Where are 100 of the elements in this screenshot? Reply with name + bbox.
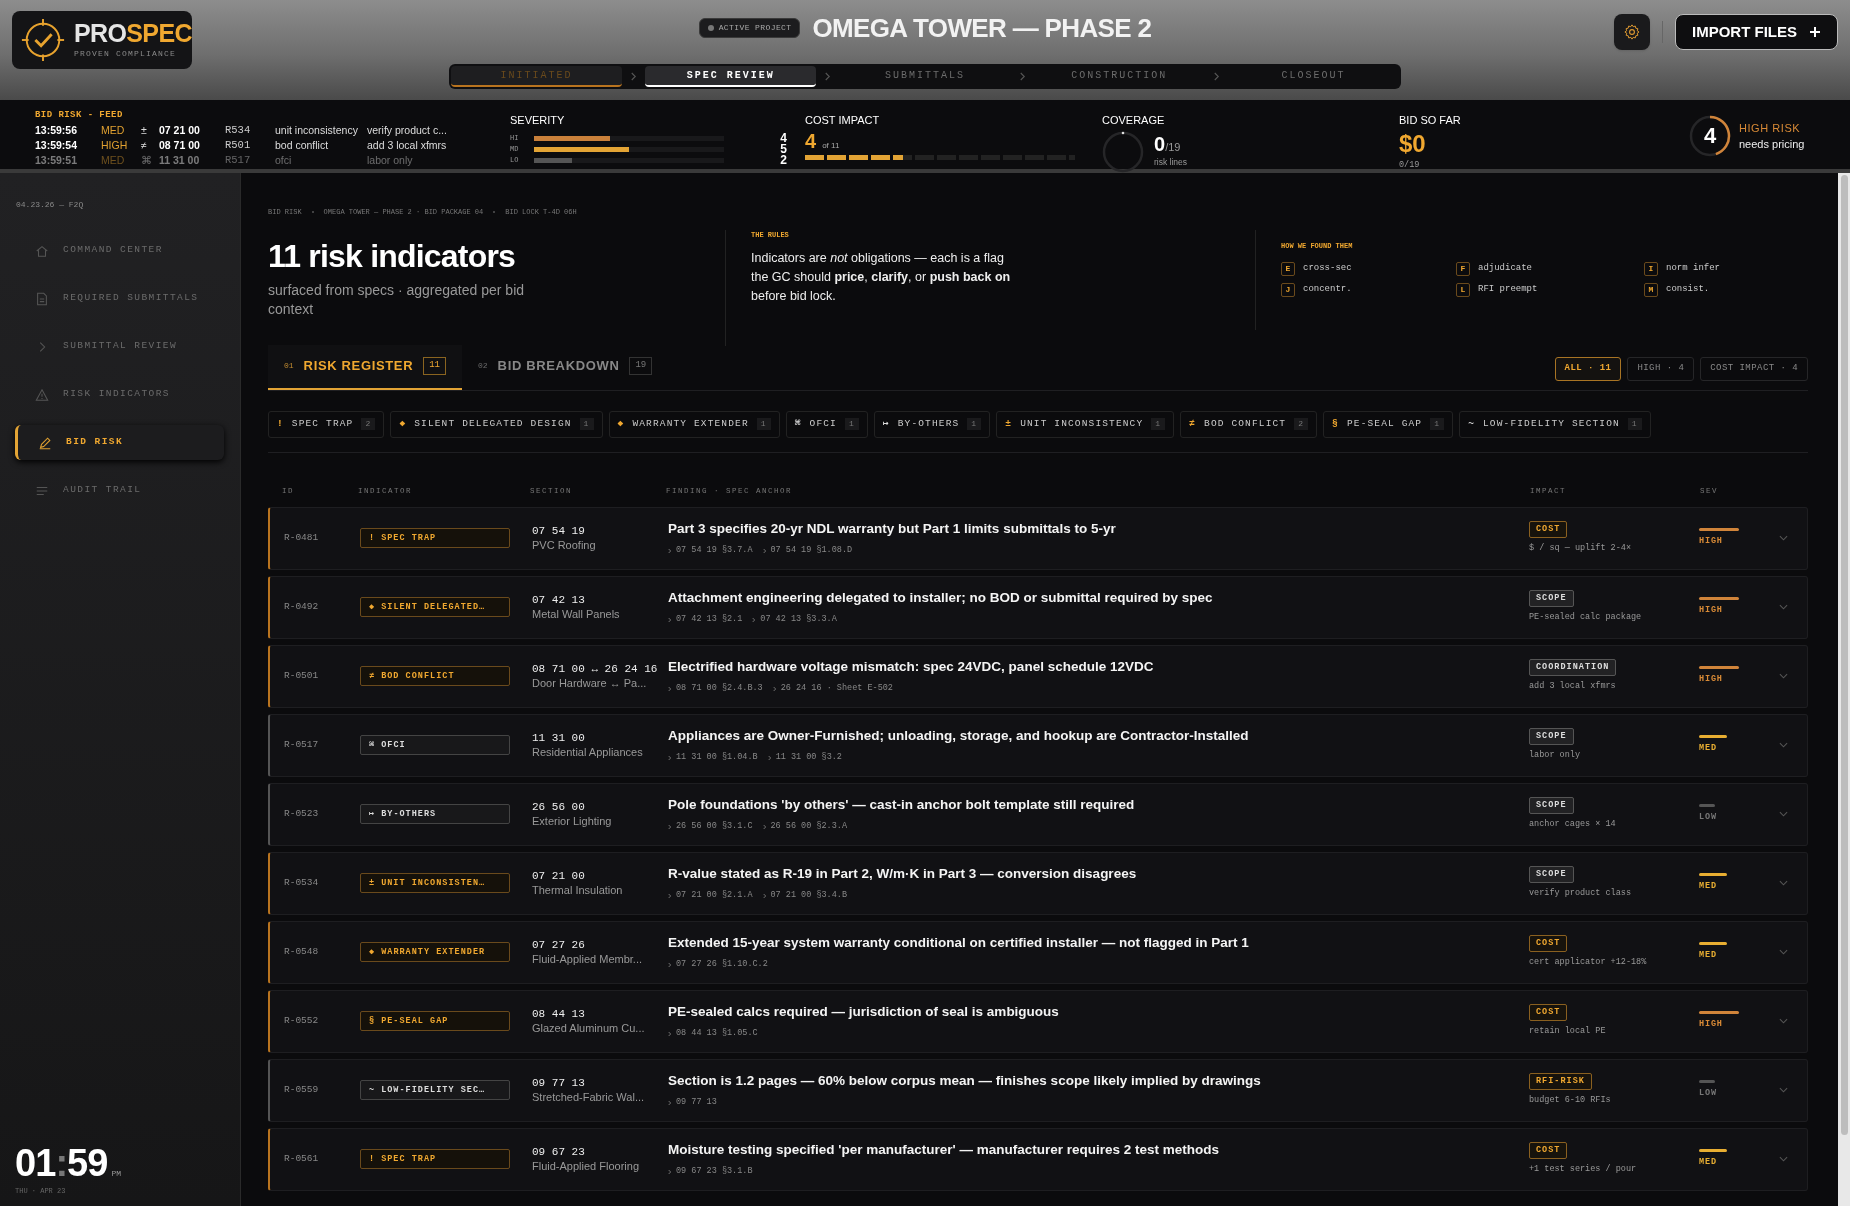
chevron-down-icon[interactable] [1779, 811, 1788, 817]
indicator-tag: ◆ SILENT DELEGATED… [360, 597, 510, 617]
risk-row[interactable]: R-0534 ± UNIT INCONSISTEN… 07 21 00 Thermal Insulation R-value stated as R-19 in Part 2, W/m·K in Part 3 — conversion disagrees 07 21 00 §2.1.A 07 21 00 §3.4.B SCOPE verify product class MED [268, 851, 1808, 915]
indicator-tag: ⌘ OFCI [360, 735, 510, 755]
spec-anchor[interactable]: 07 27 26 §1.10.C.2 [668, 958, 768, 971]
scrollbar[interactable] [1838, 173, 1850, 1206]
risk-row[interactable]: R-0517 ⌘ OFCI 11 31 00 Residential Appliances Appliances are Owner-Furnished; unloading, storage, and hookup are Contractor-Installed 11 31 00 §1.04.B 11 31 00 §3.2 SCOPE labor only MED [268, 713, 1808, 777]
spec-anchor[interactable]: 11 31 00 §3.2 [767, 751, 842, 764]
spec-anchor[interactable]: 09 77 13 [668, 1096, 717, 1109]
section-name: Fluid-Applied Membr... [532, 951, 644, 967]
risk-id: R-0492 [284, 599, 320, 614]
impact-note: anchor cages × 14 [1529, 818, 1616, 831]
indicator-chip[interactable]: ± UNIT INCONSISTENCY 1 [996, 410, 1175, 438]
chevron-right-icon [752, 616, 757, 623]
section-number: 08 44 13 [532, 1006, 586, 1021]
view-tab[interactable]: 02 BID BREAKDOWN 19 [462, 344, 669, 390]
impact-note: labor only [1529, 749, 1580, 762]
risk-row[interactable]: R-0559 ~ LOW-FIDELITY SEC… 09 77 13 Stretched-Fabric Wal... Section is 1.2 pages — 60% below corpus mean — finishes scope likely implied by drawings 09 77 13 RFI-RISK budget 6-10 RFIs LOW [268, 1058, 1808, 1122]
spec-anchor[interactable]: 07 54 19 §1.08.D [762, 544, 853, 557]
risk-row[interactable]: R-0552 § PE-SEAL GAP 08 44 13 Glazed Aluminum Cu... PE-sealed calcs required — jurisdiction of seal is ambiguous 08 44 13 §1.05.C COST retain local PE HIGH [268, 989, 1808, 1053]
spec-anchor[interactable]: 08 71 00 §2.4.B.3 [668, 682, 763, 695]
method-key: M [1644, 283, 1658, 297]
impact-note: budget 6-10 RFIs [1529, 1094, 1611, 1107]
chevron-down-icon[interactable] [1779, 1018, 1788, 1024]
settings-button[interactable] [1614, 14, 1650, 50]
stage-step[interactable]: SUBMITTALS [839, 66, 1011, 87]
section-number: 11 31 00 [532, 730, 586, 745]
risk-id: R-0523 [284, 806, 320, 821]
finding-text: Extended 15-year system warranty conditional on certified installer — not flagged in Part 1 [668, 934, 1250, 952]
stage-step[interactable]: CLOSEOUT [1227, 66, 1399, 87]
impact-tag: COST [1529, 935, 1568, 952]
stage-step[interactable]: CONSTRUCTION [1033, 66, 1205, 87]
chevron-right-icon [668, 892, 672, 899]
page-title: 11 risk indicators [268, 239, 517, 272]
indicator-chip[interactable]: ↦ BY-OTHERS 1 [873, 410, 991, 438]
spec-anchor[interactable]: 07 42 13 §3.3.A [752, 613, 837, 626]
risk-row[interactable]: R-0561 ! SPEC TRAP 09 67 23 Fluid-Applied Flooring Moisture testing specified 'per manufacturer' — manufacturer requires 2 test methods 09 67 23 §3.1.B COST +1 test series / pour MED [268, 1127, 1808, 1191]
chevron-right-icon [824, 72, 832, 81]
nav-item[interactable]: RISK INDICATORS [15, 377, 224, 412]
clock-period: PM [111, 1167, 122, 1180]
chevron-down-icon[interactable] [1779, 1156, 1788, 1162]
indicator-chip[interactable]: ⌘ OFCI 1 [785, 410, 868, 438]
section-number: 08 71 00 ↔ 26 24 16 [532, 661, 659, 676]
filter-chip[interactable]: COST IMPACT · 4 [1700, 356, 1808, 381]
finding-text: Part 3 specifies 20-yr NDL warranty but Part 1 limits submittals to 5-yr [668, 520, 1117, 538]
indicator-chip[interactable]: ! SPEC TRAP 2 [268, 410, 385, 438]
risk-row[interactable]: R-0481 ! SPEC TRAP 07 54 19 PVC Roofing Part 3 specifies 20-yr NDL warranty but Part 1 limits submittals to 5-yr 07 54 19 §3.7.A 07 54 19 §1.08.D COST $ / sq — uplift 2-4× HIGH [268, 506, 1808, 570]
spec-anchor[interactable]: 09 67 23 §3.1.B [668, 1165, 753, 1178]
filter-chip[interactable]: ALL · 11 [1554, 356, 1622, 381]
chevron-down-icon[interactable] [1779, 673, 1788, 679]
chevron-right-icon [1018, 72, 1026, 81]
spec-anchor[interactable]: 07 42 13 §2.1 [668, 613, 743, 626]
spec-anchor[interactable]: 07 21 00 §2.1.A [668, 889, 753, 902]
section-name: Glazed Aluminum Cu... [532, 1020, 646, 1036]
spec-anchor[interactable]: 26 56 00 §2.3.A [762, 820, 848, 833]
method-label: RFI preempt [1478, 283, 1538, 297]
chevron-down-icon[interactable] [1779, 535, 1788, 541]
spec-anchor[interactable]: 08 44 13 §1.05.C [668, 1027, 758, 1040]
nav-item[interactable]: BID RISK [15, 425, 224, 460]
section-name: PVC Roofing [532, 537, 597, 553]
risk-id: R-0481 [284, 530, 320, 545]
chevron-down-icon[interactable] [1779, 604, 1788, 610]
spec-anchor[interactable]: 07 54 19 §3.7.A [668, 544, 753, 557]
bid-so-far-value: $0 [1399, 128, 1427, 159]
spec-anchor[interactable]: 07 21 00 §3.4.B [762, 889, 848, 902]
nav-item[interactable]: COMMAND CENTER [15, 233, 224, 268]
indicator-chip[interactable]: ≠ BOD CONFLICT 2 [1180, 410, 1318, 438]
nav-item[interactable]: SUBMITTAL REVIEW [15, 329, 224, 364]
chevron-right-icon [668, 1099, 672, 1106]
severity-label: MED [1699, 880, 1718, 893]
risk-row[interactable] [268, 575, 1808, 639]
nav-item[interactable]: REQUIRED SUBMITTALS [15, 281, 224, 316]
nav-item[interactable]: AUDIT TRAIL [15, 473, 224, 508]
severity-label: MED [1699, 1156, 1718, 1169]
spec-anchor[interactable]: 11 31 00 §1.04.B [668, 751, 758, 764]
risk-row[interactable]: R-0523 ↦ BY-OTHERS 26 56 00 Exterior Lighting Pole foundations 'by others' — cast-in anchor bolt template still required 26 56 00 §3.1.C 26 56 00 §2.3.A SCOPE anchor cages × 14 LOW [268, 782, 1808, 846]
view-tab[interactable]: 01 RISK REGISTER 11 [268, 344, 462, 390]
chevron-down-icon[interactable] [1779, 742, 1788, 748]
indicator-chip[interactable]: ◆ SILENT DELEGATED DESIGN 1 [390, 410, 603, 438]
impact-note: verify product class [1529, 887, 1632, 900]
settings-icon [1623, 23, 1641, 41]
section-name: Exterior Lighting [532, 813, 613, 829]
risk-row[interactable] [268, 644, 1808, 708]
risk-row[interactable] [268, 920, 1808, 984]
method-key: E [1281, 262, 1295, 276]
chevron-down-icon[interactable] [1779, 880, 1788, 886]
indicator-chip[interactable]: ~ LOW-FIDELITY SECTION 1 [1459, 410, 1651, 438]
indicator-chip[interactable]: ◆ WARRANTY EXTENDER 1 [608, 410, 780, 438]
method-key: I [1644, 262, 1658, 276]
stage-step[interactable]: SPEC REVIEW [645, 66, 817, 87]
import-files-button[interactable]: IMPORT FILES [1675, 14, 1838, 50]
spec-anchor[interactable]: 26 56 00 §3.1.C [668, 820, 753, 833]
indicator-chip[interactable]: § PE-SEAL GAP 1 [1323, 410, 1454, 438]
chevron-down-icon[interactable] [1779, 1087, 1788, 1093]
logo-tagline: PROVEN COMPLIANCE [74, 47, 177, 60]
spec-anchor[interactable]: 26 24 16 · Sheet E-502 [772, 682, 893, 695]
risk-id: R-0517 [284, 737, 320, 752]
impact-note: +1 test series / pour [1529, 1163, 1637, 1176]
filter-chip[interactable]: HIGH · 4 [1627, 356, 1695, 381]
chevron-down-icon[interactable] [1779, 949, 1788, 955]
